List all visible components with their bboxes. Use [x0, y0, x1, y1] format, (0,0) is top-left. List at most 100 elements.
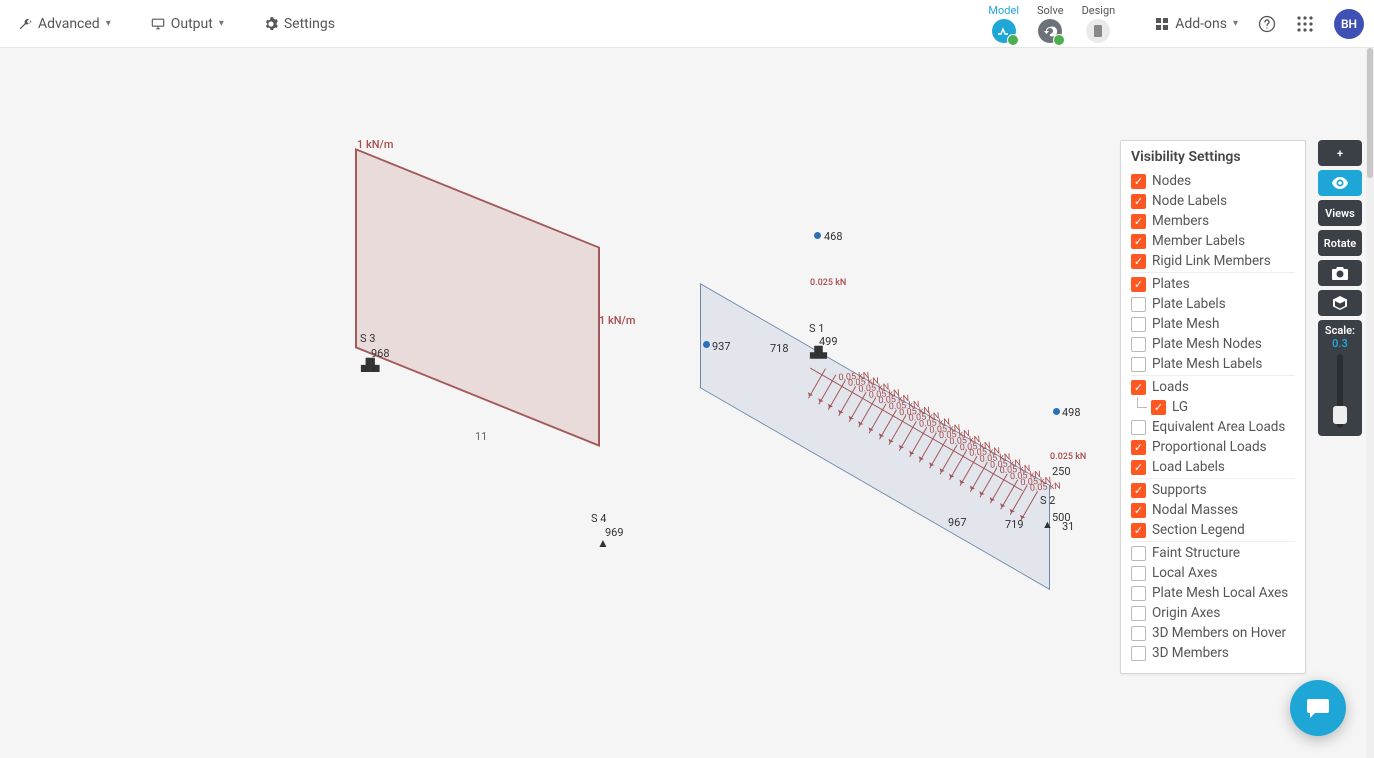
- visibility-item-3d-members[interactable]: 3D Members: [1131, 643, 1295, 663]
- checkbox[interactable]: [1131, 254, 1146, 269]
- apps-icon[interactable]: [1296, 15, 1314, 33]
- visibility-item-origin-axes[interactable]: Origin Axes: [1131, 603, 1295, 623]
- checkbox[interactable]: [1131, 503, 1146, 518]
- chevron-down-icon: ▾: [219, 18, 224, 29]
- visibility-item-rigid-link-members[interactable]: Rigid Link Members: [1131, 251, 1295, 273]
- visibility-settings-panel: Visibility Settings NodesNode LabelsMemb…: [1120, 140, 1306, 674]
- help-icon[interactable]: [1258, 15, 1276, 33]
- checkbox[interactable]: [1151, 400, 1166, 415]
- view-tools: + Views Rotate Scale: 0.3: [1317, 140, 1363, 436]
- stage-solve-icon: [1038, 19, 1062, 43]
- visibility-item-equivalent-area-loads[interactable]: Equivalent Area Loads: [1131, 417, 1295, 437]
- checkbox[interactable]: [1131, 357, 1146, 372]
- checkbox[interactable]: [1131, 606, 1146, 621]
- top-toolbar: Advanced ▾ Output ▾ Settings Model Solve: [0, 0, 1374, 48]
- scale-control: Scale: 0.3: [1318, 320, 1362, 436]
- views-label: Views: [1325, 207, 1355, 220]
- visibility-toggle-button[interactable]: [1318, 170, 1362, 196]
- load-label: 0.05 kN: [1030, 482, 1061, 494]
- model-canvas[interactable]: 1 kN/m 1 kN/m S 3 968 ▟▙ S 4 969 ▲ 11 0.…: [0, 48, 1374, 758]
- addons-menu[interactable]: Add-ons ▾: [1155, 16, 1238, 32]
- visibility-item-3d-members-on-hover[interactable]: 3D Members on Hover: [1131, 623, 1295, 643]
- visibility-item-label: LG: [1172, 399, 1188, 415]
- visibility-item-label: Local Axes: [1152, 565, 1218, 581]
- visibility-item-plate-mesh[interactable]: Plate Mesh: [1131, 314, 1295, 334]
- camera-button[interactable]: [1318, 260, 1362, 286]
- settings-menu[interactable]: Settings: [264, 16, 335, 32]
- stage-solve-label: Solve: [1037, 4, 1064, 17]
- settings-label: Settings: [284, 16, 335, 32]
- checkbox[interactable]: [1131, 337, 1146, 352]
- support-label: S 3: [360, 332, 375, 345]
- eye-icon: [1332, 177, 1348, 189]
- visibility-item-members[interactable]: Members: [1131, 211, 1295, 231]
- node-label: 718: [770, 342, 789, 355]
- checkbox[interactable]: [1131, 626, 1146, 641]
- visibility-item-plate-mesh-nodes[interactable]: Plate Mesh Nodes: [1131, 334, 1295, 354]
- rotate-button[interactable]: Rotate: [1318, 230, 1362, 256]
- slider-thumb[interactable]: [1333, 406, 1347, 424]
- visibility-item-loads[interactable]: Loads: [1131, 377, 1295, 397]
- cube-icon: [1333, 296, 1347, 310]
- visibility-item-load-labels[interactable]: Load Labels: [1131, 457, 1295, 479]
- visibility-item-proportional-loads[interactable]: Proportional Loads: [1131, 437, 1295, 457]
- node-dot: [1053, 408, 1060, 415]
- stage-design[interactable]: Design: [1082, 4, 1116, 43]
- chat-button[interactable]: [1290, 680, 1346, 736]
- user-avatar[interactable]: BH: [1334, 9, 1364, 39]
- views-button[interactable]: Views: [1318, 200, 1362, 226]
- checkbox[interactable]: [1131, 523, 1146, 538]
- checkbox[interactable]: [1131, 546, 1146, 561]
- checkbox[interactable]: [1131, 440, 1146, 455]
- stage-model[interactable]: Model: [988, 4, 1019, 43]
- visibility-item-nodes[interactable]: Nodes: [1131, 171, 1295, 191]
- checkbox[interactable]: [1131, 277, 1146, 292]
- visibility-item-node-labels[interactable]: Node Labels: [1131, 191, 1295, 211]
- visibility-item-supports[interactable]: Supports: [1131, 480, 1295, 500]
- checkbox[interactable]: [1131, 297, 1146, 312]
- visibility-item-lg[interactable]: LG: [1131, 397, 1295, 417]
- visibility-item-local-axes[interactable]: Local Axes: [1131, 563, 1295, 583]
- visibility-item-label: Loads: [1152, 379, 1189, 395]
- stage-design-label: Design: [1082, 4, 1116, 17]
- visibility-item-nodal-masses[interactable]: Nodal Masses: [1131, 500, 1295, 520]
- visibility-item-label: Nodal Masses: [1152, 502, 1238, 518]
- visibility-item-plate-mesh-labels[interactable]: Plate Mesh Labels: [1131, 354, 1295, 376]
- checkbox[interactable]: [1131, 214, 1146, 229]
- checkbox[interactable]: [1131, 420, 1146, 435]
- visibility-item-label: Plate Mesh: [1152, 316, 1219, 332]
- checkbox[interactable]: [1131, 646, 1146, 661]
- visibility-item-label: 3D Members on Hover: [1152, 625, 1286, 641]
- checkbox[interactable]: [1131, 174, 1146, 189]
- scale-value: 0.3: [1318, 337, 1362, 350]
- visibility-title: Visibility Settings: [1131, 149, 1295, 165]
- checkbox[interactable]: [1131, 460, 1146, 475]
- chevron-down-icon: ▾: [1233, 18, 1238, 29]
- visibility-item-plates[interactable]: Plates: [1131, 274, 1295, 294]
- output-menu[interactable]: Output ▾: [151, 16, 224, 32]
- checkbox[interactable]: [1131, 483, 1146, 498]
- checkbox[interactable]: [1131, 234, 1146, 249]
- visibility-item-section-legend[interactable]: Section Legend: [1131, 520, 1295, 542]
- visibility-item-faint-structure[interactable]: Faint Structure: [1131, 543, 1295, 563]
- scale-slider[interactable]: [1337, 354, 1343, 428]
- visibility-item-label: Proportional Loads: [1152, 439, 1267, 455]
- checkbox[interactable]: [1131, 566, 1146, 581]
- visibility-item-plate-mesh-local-axes[interactable]: Plate Mesh Local Axes: [1131, 583, 1295, 603]
- checkbox[interactable]: [1131, 586, 1146, 601]
- checkbox[interactable]: [1131, 194, 1146, 209]
- stage-solve[interactable]: Solve: [1037, 4, 1064, 43]
- support-label: S 4: [591, 512, 606, 525]
- scrollbar[interactable]: [1366, 48, 1374, 758]
- visibility-item-label: Plates: [1152, 276, 1190, 292]
- cube-button[interactable]: [1318, 290, 1362, 316]
- advanced-menu[interactable]: Advanced ▾: [18, 16, 111, 32]
- checkbox[interactable]: [1131, 380, 1146, 395]
- gear-icon: [264, 17, 278, 31]
- visibility-item-plate-labels[interactable]: Plate Labels: [1131, 294, 1295, 314]
- checkbox[interactable]: [1131, 317, 1146, 332]
- visibility-item-member-labels[interactable]: Member Labels: [1131, 231, 1295, 251]
- zoom-in-button[interactable]: +: [1318, 140, 1362, 166]
- visibility-item-label: Supports: [1152, 482, 1207, 498]
- load-label: 0.025 kN: [1050, 452, 1086, 462]
